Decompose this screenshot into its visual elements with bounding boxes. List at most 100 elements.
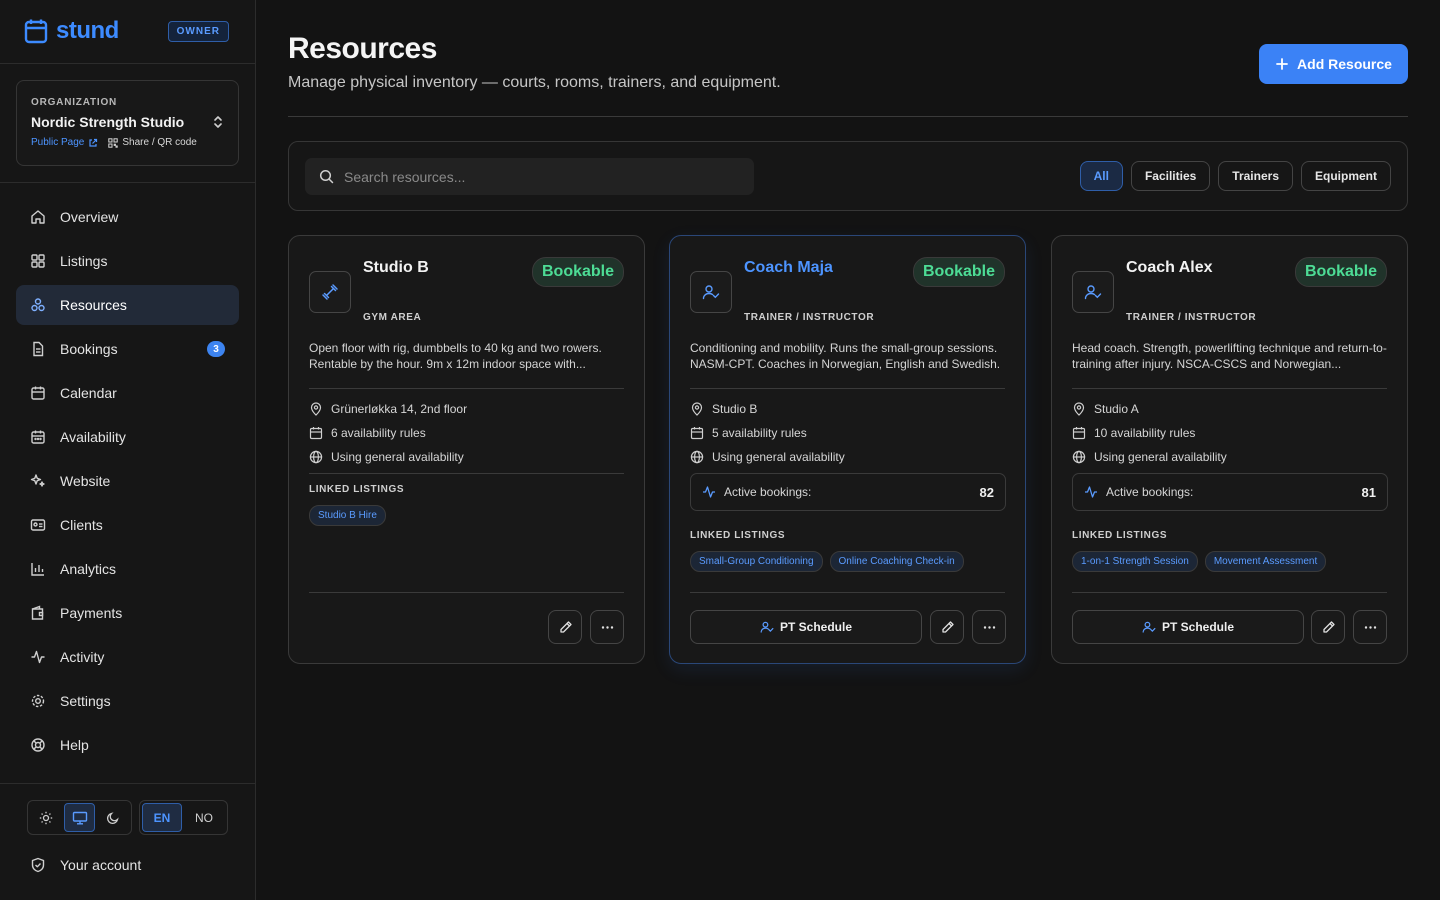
nav-label: Settings [60,693,111,709]
nav-item-availability[interactable]: Availability [16,417,239,457]
filter-chip-equipment[interactable]: Equipment [1301,161,1391,191]
header-divider [288,116,1408,117]
resource-card-studio-b[interactable]: Studio B Bookable GYM AREA Open floor wi… [288,235,645,664]
rules-row: 10 availability rules [1072,426,1195,440]
card-title[interactable]: Coach Maja [744,259,833,277]
resource-card-coach-maja[interactable]: Coach Maja Bookable TRAINER / INSTRUCTOR… [669,235,1026,664]
calendar-icon [690,426,704,440]
qr-code-icon [108,137,119,148]
nav-item-listings[interactable]: Listings [16,241,239,281]
rules-row: 5 availability rules [690,426,807,440]
edit-button[interactable] [930,610,964,644]
listing-tag[interactable]: Online Coaching Check-in [829,551,964,572]
listing-tag[interactable]: Movement Assessment [1204,551,1327,572]
dumbbell-icon [309,271,351,313]
more-options-button[interactable] [1353,610,1387,644]
status-badge: Bookable [1294,257,1387,287]
sidebar-divider [0,63,255,64]
listing-tag[interactable]: Small-Group Conditioning [690,551,823,572]
map-pin-icon [309,402,323,416]
external-link-icon [88,138,98,148]
language-no-button[interactable]: NO [184,803,224,832]
edit-button[interactable] [548,610,582,644]
nav-item-calendar[interactable]: Calendar [16,373,239,413]
sun-icon [39,811,53,825]
availability-row: Using general availability [690,450,845,464]
more-options-button[interactable] [972,610,1006,644]
pt-schedule-button[interactable]: PT Schedule [1072,610,1304,644]
more-options-button[interactable] [590,610,624,644]
card-title[interactable]: Studio B [363,259,429,277]
card-divider [309,592,624,593]
chevrons-up-down-icon[interactable] [212,115,224,129]
sidebar-divider [0,182,255,183]
nav-item-resources[interactable]: Resources [16,285,239,325]
nav-item-help[interactable]: Help [16,725,239,765]
edit-button[interactable] [1311,610,1345,644]
role-badge: OWNER [167,21,229,42]
filter-chip-trainers[interactable]: Trainers [1218,161,1293,191]
add-resource-label: Add Resource [1297,56,1392,72]
theme-system-button[interactable] [63,803,96,832]
rules-row: 6 availability rules [309,426,426,440]
nav-label: Clients [60,517,103,533]
availability-text: Using general availability [1094,450,1227,464]
brand-name: stund [56,17,119,44]
search-box [305,158,754,195]
listing-tag[interactable]: 1-on-1 Strength Session [1072,551,1198,572]
add-resource-button[interactable]: Add Resource [1259,44,1408,84]
card-divider [309,388,624,389]
ellipsis-icon [982,620,997,635]
nav-label: Overview [60,209,119,225]
share-qr-link[interactable]: Share / QR code [108,137,197,148]
map-pin-icon [1072,402,1086,416]
nav-label: Payments [60,605,123,621]
filter-chip-all[interactable]: All [1079,161,1123,191]
your-account-link[interactable]: Your account [30,857,141,873]
nav-item-clients[interactable]: Clients [16,505,239,545]
nav-item-analytics[interactable]: Analytics [16,549,239,589]
availability-text: Using general availability [712,450,845,464]
language-en-button[interactable]: EN [142,803,182,832]
resource-card-coach-alex[interactable]: Coach Alex Bookable TRAINER / INSTRUCTOR… [1051,235,1408,664]
pt-schedule-button[interactable]: PT Schedule [690,610,922,644]
location-text: Grünerløkka 14, 2nd floor [331,402,468,416]
search-icon [319,169,334,184]
bookings-count-badge: 3 [207,341,225,357]
nav-item-bookings[interactable]: Bookings 3 [16,329,239,369]
nav-label: Calendar [60,385,117,401]
boxes-icon [30,297,46,313]
search-input[interactable] [344,168,724,185]
user-check-icon [1142,620,1156,634]
location-text: Studio B [712,402,758,416]
nav-item-activity[interactable]: Activity [16,637,239,677]
public-page-link[interactable]: Public Page [31,137,98,148]
wallet-icon [30,605,46,621]
page-subtitle: Manage physical inventory — courts, room… [288,74,781,91]
activity-icon [1084,485,1098,499]
nav-item-website[interactable]: Website [16,461,239,501]
sidebar: stund OWNER ORGANIZATION Nordic Strength… [0,0,256,900]
pt-schedule-label: PT Schedule [779,620,853,634]
brand[interactable]: stund [24,17,119,44]
theme-dark-button[interactable] [97,803,129,832]
user-check-icon [690,271,732,313]
nav-label: Activity [60,649,105,665]
availability-row: Using general availability [1072,450,1227,464]
listing-tag[interactable]: Studio B Hire [309,505,386,526]
nav-item-payments[interactable]: Payments [16,593,239,633]
calendar-icon [1072,426,1086,440]
org-switcher[interactable]: ORGANIZATION Nordic Strength Studio Publ… [16,80,239,166]
active-bookings-label: Active bookings: [724,485,812,499]
card-description: Conditioning and mobility. Runs the smal… [690,341,1001,371]
nav-label: Help [60,737,89,753]
filter-chip-facilities[interactable]: Facilities [1130,161,1211,191]
theme-light-button[interactable] [30,803,62,832]
active-bookings-box: Active bookings: 82 [690,473,1006,511]
globe-icon [1072,450,1086,464]
linked-listings-label: LINKED LISTINGS [690,530,786,541]
active-bookings-count: 82 [979,484,994,500]
card-title[interactable]: Coach Alex [1126,259,1213,277]
nav-item-settings[interactable]: Settings [16,681,239,721]
nav-item-overview[interactable]: Overview [16,197,239,237]
